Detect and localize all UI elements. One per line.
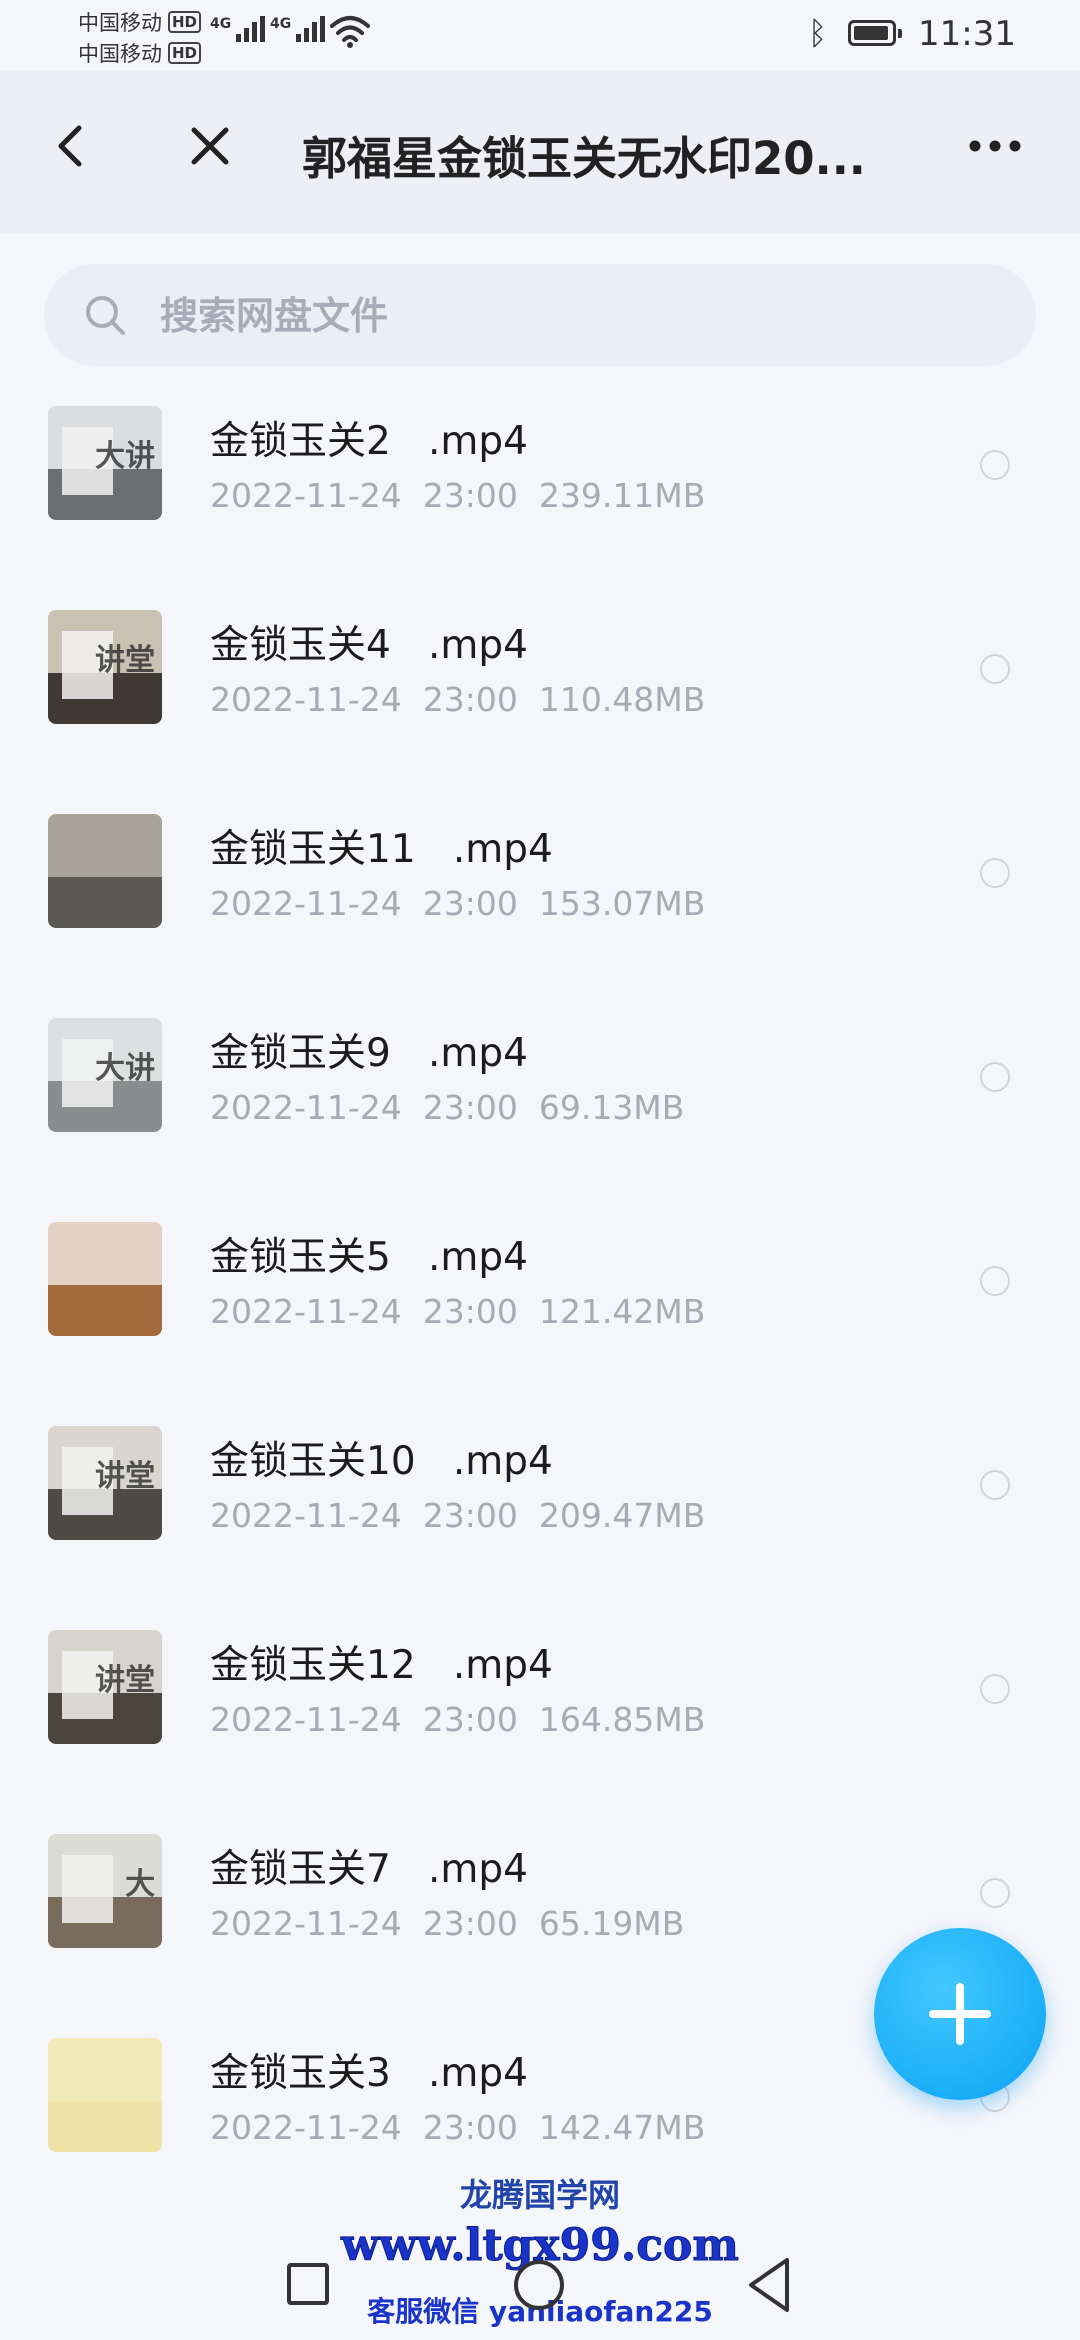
file-meta: 2022-11-24 23:00 110.48MB [210, 680, 706, 719]
file-meta: 2022-11-24 23:00 69.13MB [210, 1088, 685, 1127]
add-button[interactable] [874, 1928, 1046, 2100]
battery-icon [848, 20, 902, 46]
recents-button[interactable] [287, 2263, 329, 2305]
file-row[interactable]: 大讲 金锁玉关2 .mp4 2022-11-24 23:00 239.11MB [0, 376, 1080, 580]
carrier-2: 中国移动 HD [78, 38, 202, 68]
video-thumbnail: 大讲 [48, 1018, 162, 1132]
network-type: 4G [210, 16, 232, 32]
select-radio[interactable] [980, 1266, 1010, 1296]
file-meta: 2022-11-24 23:00 65.19MB [210, 1904, 685, 1943]
video-thumbnail [48, 814, 162, 928]
wifi-icon [330, 16, 370, 48]
file-meta: 2022-11-24 23:00 121.42MB [210, 1292, 706, 1331]
clock: 11:31 [918, 14, 1016, 54]
back-button[interactable] [40, 116, 100, 176]
select-radio[interactable] [980, 1878, 1010, 1908]
carrier-1-label: 中国移动 [78, 11, 162, 35]
file-list: 大讲 金锁玉关2 .mp4 2022-11-24 23:00 239.11MB 讲堂金… [0, 376, 1080, 2212]
signal-icon: 4G [210, 16, 266, 42]
video-thumbnail: 讲堂 [48, 1630, 162, 1744]
header-bar: 郭福星金锁玉关无水印20... [0, 70, 1080, 234]
hd-badge: HD [168, 11, 202, 33]
file-name: 金锁玉关7 .mp4 [210, 1847, 528, 1892]
file-row[interactable]: 讲堂 金锁玉关4 .mp4 2022-11-24 23:00 110.48MB [0, 580, 1080, 784]
video-thumbnail: 大 [48, 1834, 162, 1948]
select-radio[interactable] [980, 450, 1010, 480]
file-meta: 2022-11-24 23:00 142.47MB [210, 2108, 706, 2147]
file-row[interactable]: 金锁玉关5 .mp4 2022-11-24 23:00 121.42MB [0, 1192, 1080, 1396]
file-meta: 2022-11-24 23:00 164.85MB [210, 1700, 706, 1739]
bluetooth-icon: ᛒ [808, 14, 828, 52]
file-row[interactable]: 大讲 金锁玉关9 .mp4 2022-11-24 23:00 69.13MB [0, 988, 1080, 1192]
hd-badge: HD [168, 42, 202, 64]
close-icon [191, 127, 229, 165]
more-horizontal-icon [969, 140, 1021, 152]
signal-icon: 4G [270, 16, 326, 42]
file-meta: 2022-11-24 23:00 209.47MB [210, 1496, 706, 1535]
select-radio[interactable] [980, 858, 1010, 888]
file-name: 金锁玉关9 .mp4 [210, 1031, 528, 1076]
file-name: 金锁玉关4 .mp4 [210, 623, 528, 668]
search-icon [86, 296, 125, 335]
file-name: 金锁玉关2 .mp4 [210, 419, 528, 464]
video-thumbnail: 讲堂 [48, 1426, 162, 1540]
network-type: 4G [270, 16, 292, 32]
page-title: 郭福星金锁玉关无水印20... [302, 132, 866, 185]
video-thumbnail [48, 2038, 162, 2152]
search-input[interactable] [158, 264, 982, 368]
video-thumbnail [48, 1222, 162, 1336]
file-name: 金锁玉关3 .mp4 [210, 2051, 528, 2096]
system-nav-bar [0, 2200, 1080, 2340]
search-bar[interactable] [44, 264, 1036, 368]
carrier-1: 中国移动 HD [78, 7, 202, 37]
file-meta: 2022-11-24 23:00 239.11MB [210, 476, 706, 515]
chevron-left-icon [58, 125, 82, 167]
home-button[interactable] [514, 2260, 564, 2310]
file-row[interactable]: 金锁玉关11 .mp4 2022-11-24 23:00 153.07MB [0, 784, 1080, 988]
close-button[interactable] [180, 116, 240, 176]
file-meta: 2022-11-24 23:00 153.07MB [210, 884, 706, 923]
nav-back-button[interactable] [745, 2256, 793, 2314]
select-radio[interactable] [980, 1062, 1010, 1092]
select-radio[interactable] [980, 1470, 1010, 1500]
file-row[interactable]: 讲堂 金锁玉关12 .mp4 2022-11-24 23:00 164.85MB [0, 1600, 1080, 1804]
file-row[interactable]: 讲堂 金锁玉关10 .mp4 2022-11-24 23:00 209.47MB [0, 1396, 1080, 1600]
video-thumbnail: 讲堂 [48, 610, 162, 724]
file-name: 金锁玉关10 .mp4 [210, 1439, 553, 1484]
select-radio[interactable] [980, 1674, 1010, 1704]
status-bar: 中国移动 HD 中国移动 HD 4G 4G ᛒ 11:31 [0, 0, 1080, 70]
video-thumbnail: 大讲 [48, 406, 162, 520]
select-radio[interactable] [980, 654, 1010, 684]
carrier-2-label: 中国移动 [78, 42, 162, 66]
more-button[interactable] [960, 116, 1030, 176]
file-name: 金锁玉关12 .mp4 [210, 1643, 553, 1688]
file-name: 金锁玉关5 .mp4 [210, 1235, 528, 1280]
file-name: 金锁玉关11 .mp4 [210, 827, 553, 872]
